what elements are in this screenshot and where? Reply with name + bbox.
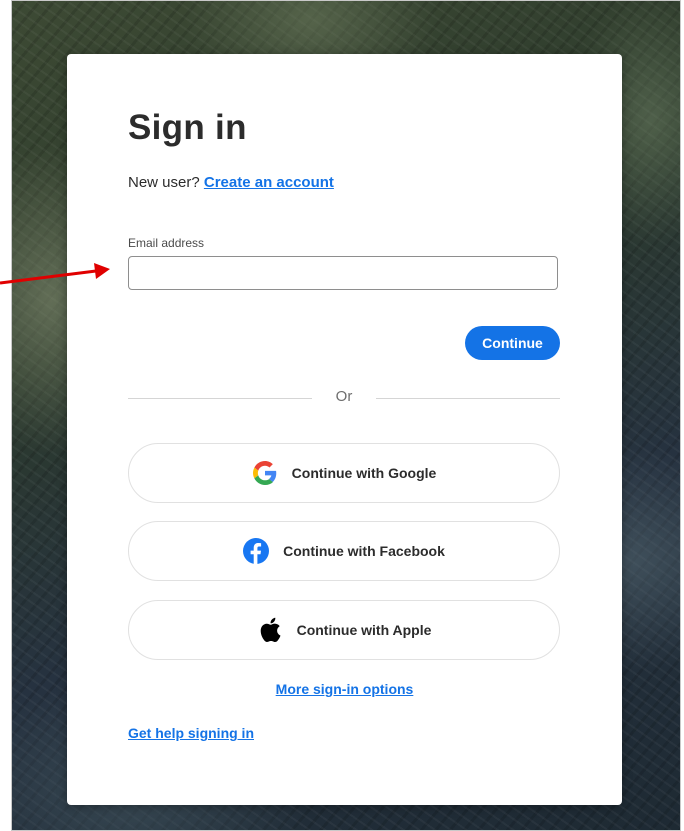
or-text: Or [335, 388, 353, 405]
help-row: Get help signing in [128, 725, 254, 741]
continue-with-google-button[interactable]: Continue with Google [128, 443, 560, 503]
more-options-row: More sign-in options [67, 681, 622, 697]
continue-with-facebook-button[interactable]: Continue with Facebook [128, 521, 560, 581]
google-button-label: Continue with Google [291, 465, 437, 481]
continue-with-apple-button[interactable]: Continue with Apple [128, 600, 560, 660]
divider-line-right [376, 398, 560, 399]
apple-icon [257, 617, 283, 643]
email-field[interactable] [128, 256, 558, 290]
create-account-link[interactable]: Create an account [204, 174, 334, 191]
or-divider: Or [128, 388, 560, 408]
apple-button-label: Continue with Apple [296, 622, 432, 638]
facebook-icon [243, 538, 270, 564]
facebook-button-label: Continue with Facebook [283, 543, 445, 559]
page-margin [0, 0, 11, 831]
get-help-signing-in-link[interactable]: Get help signing in [128, 725, 254, 741]
email-label: Email address [128, 236, 205, 250]
page-title: Sign in [128, 108, 247, 147]
google-icon [252, 460, 278, 486]
new-user-row: New user? Create an account [128, 174, 334, 191]
signin-card: Sign in New user? Create an account Emai… [67, 54, 622, 805]
new-user-text: New user? [128, 174, 200, 191]
continue-button[interactable]: Continue [465, 326, 560, 360]
more-sign-in-options-link[interactable]: More sign-in options [276, 681, 414, 697]
